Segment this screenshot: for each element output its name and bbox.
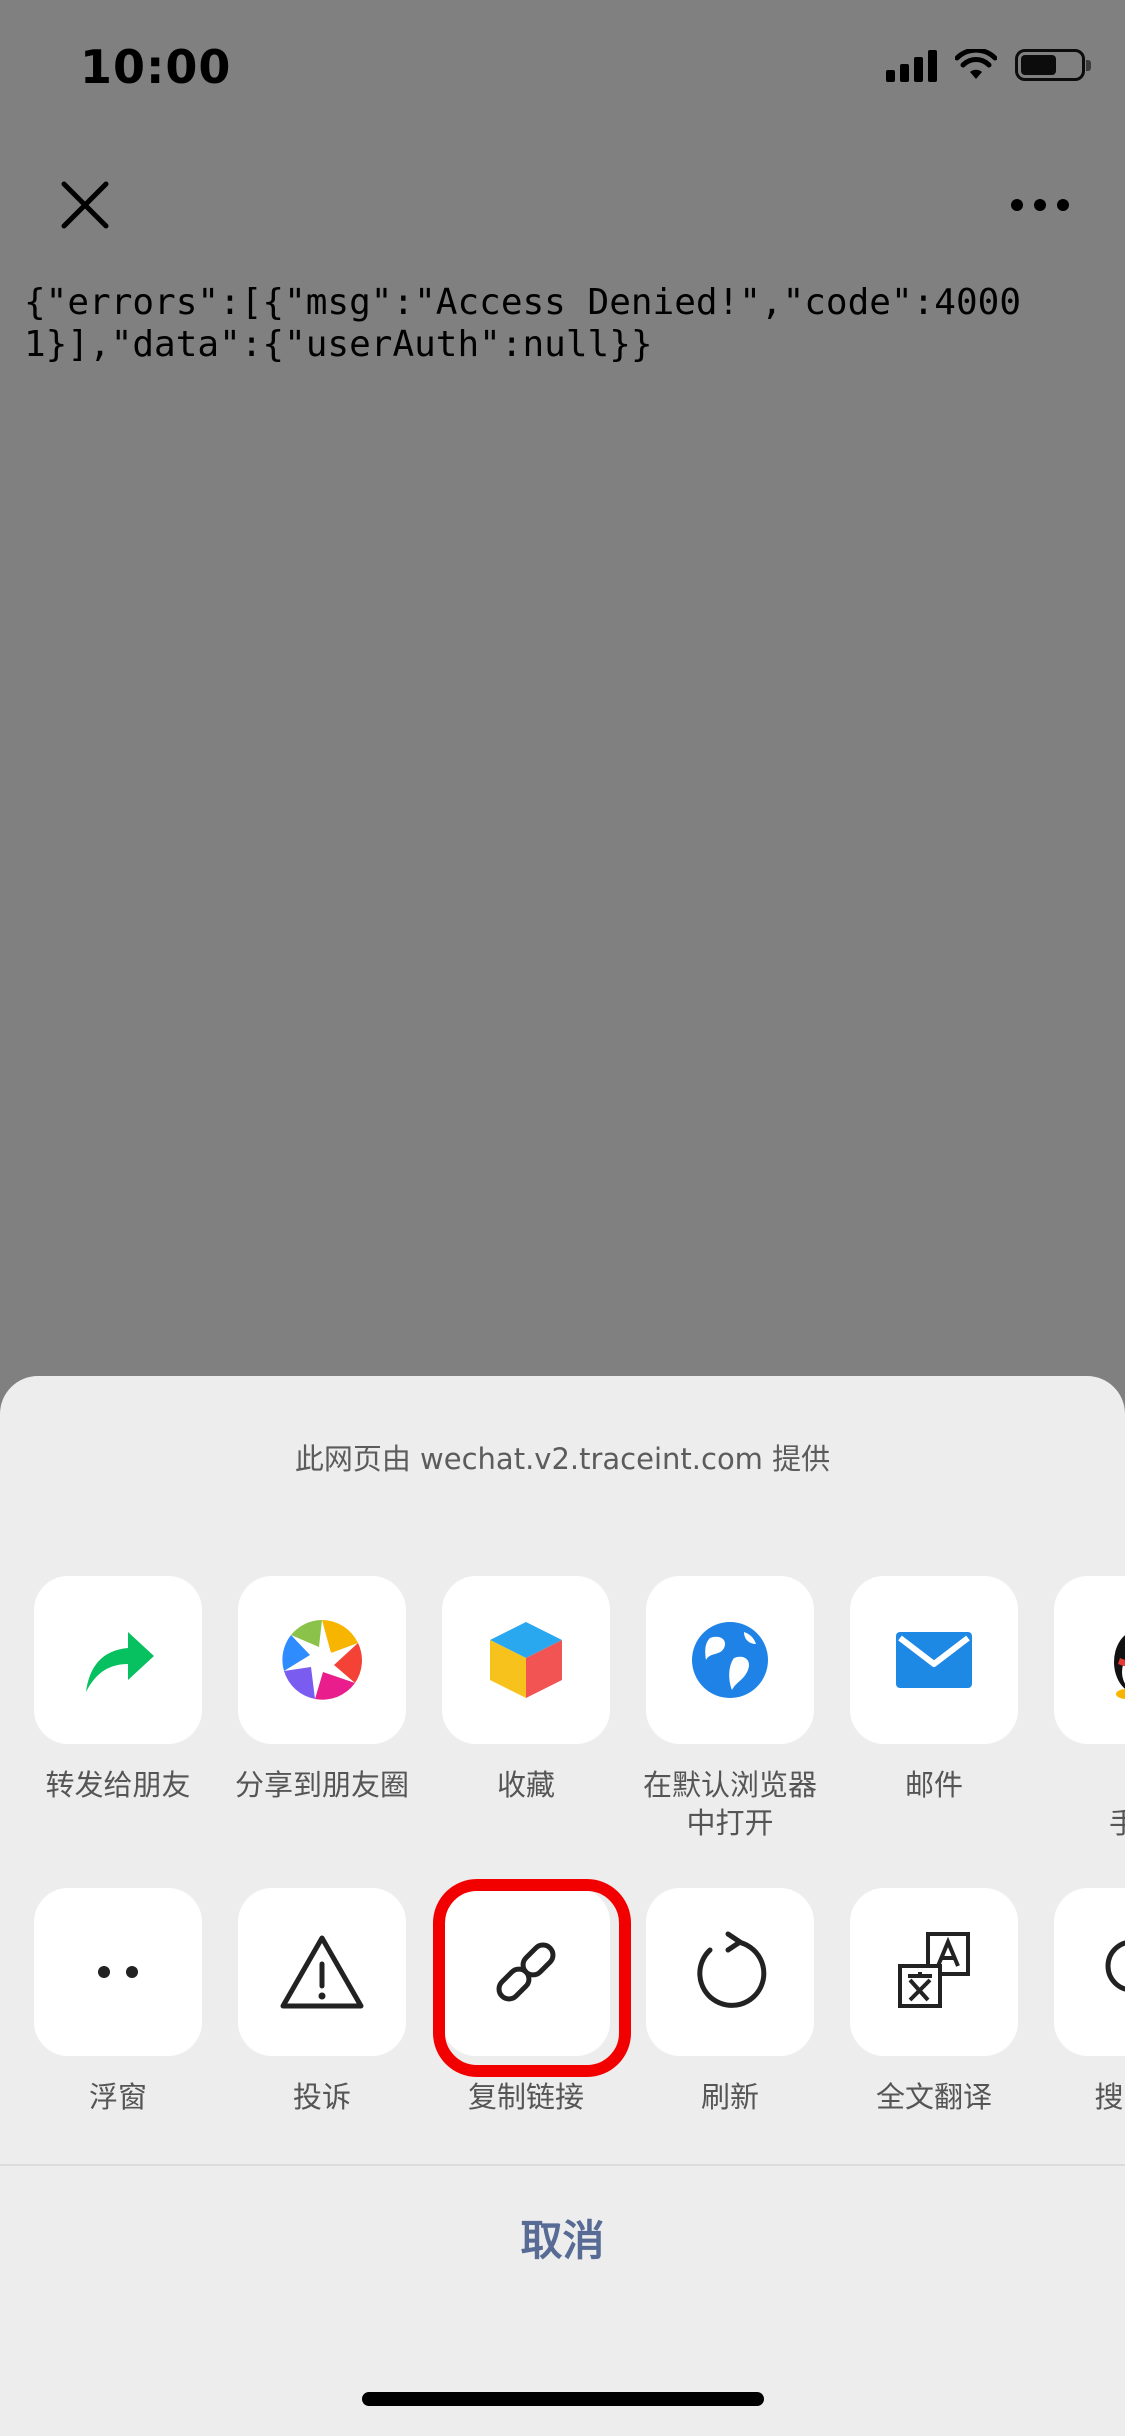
share-row-actions: 浮窗 投诉 复制链接 刷新 全文翻译 搜 bbox=[0, 1879, 1125, 2198]
browser-globe-icon bbox=[692, 1622, 768, 1698]
open-in-browser-item[interactable]: 在默认浏览器 中打开 bbox=[628, 1576, 832, 1842]
provider-text: 此网页由 wechat.v2.traceint.com 提供 bbox=[294, 1442, 831, 1476]
moments-label: 分享到朋友圈 bbox=[234, 1768, 409, 1802]
cellular-signal-icon bbox=[886, 48, 937, 82]
qq-label: 分 手机 bbox=[1108, 1768, 1125, 1840]
home-indicator bbox=[362, 2392, 764, 2406]
moments-icon bbox=[282, 1620, 362, 1700]
wifi-icon bbox=[955, 49, 997, 79]
favorite-label: 收藏 bbox=[496, 1768, 555, 1802]
qq-icon bbox=[1114, 1635, 1125, 1699]
share-to-moments-item[interactable]: 分享到朋友圈 bbox=[220, 1576, 424, 1804]
cancel-button[interactable]: 取消 bbox=[0, 2166, 1125, 2316]
response-json-text: {"errors":[{"msg":"Access Denied!","code… bbox=[24, 282, 1021, 365]
copy-link-label: 复制链接 bbox=[467, 2080, 584, 2114]
forward-label: 转发给朋友 bbox=[45, 1768, 191, 1802]
mail-label: 邮件 bbox=[904, 1768, 963, 1802]
status-time: 10:00 bbox=[80, 40, 232, 94]
nav-bar bbox=[0, 140, 1125, 260]
more-horizontal-icon bbox=[1011, 199, 1069, 211]
search-page-item[interactable]: 搜索页 bbox=[1036, 1888, 1125, 2116]
mail-icon bbox=[896, 1632, 972, 1688]
open-in-browser-label: 在默认浏览器 中打开 bbox=[642, 1768, 817, 1840]
translate-icon bbox=[898, 1932, 970, 2008]
share-to-qq-item[interactable]: 分 手机 bbox=[1036, 1576, 1125, 1842]
share-row-primary: 转发给朋友 分享到朋友圈 收藏 在默认浏览器 中打开 邮件 手 bbox=[0, 1576, 1125, 1886]
search-icon bbox=[1105, 1940, 1125, 1992]
refresh-label: 刷新 bbox=[700, 2080, 759, 2114]
favorite-item[interactable]: 收藏 bbox=[424, 1576, 628, 1804]
forward-icon bbox=[86, 1632, 154, 1692]
copy-link-item[interactable]: 复制链接 bbox=[424, 1879, 631, 2116]
close-button[interactable] bbox=[50, 170, 120, 240]
translate-item[interactable]: 全文翻译 bbox=[832, 1888, 1036, 2116]
float-window-label: 浮窗 bbox=[88, 2080, 147, 2114]
complain-label: 投诉 bbox=[292, 2080, 351, 2114]
float-window-icon bbox=[98, 1966, 138, 1978]
translate-label: 全文翻译 bbox=[875, 2080, 992, 2114]
mail-item[interactable]: 邮件 bbox=[832, 1576, 1036, 1804]
more-button[interactable] bbox=[1005, 185, 1075, 225]
status-bar: 10:00 bbox=[0, 0, 1125, 135]
share-sheet: 此网页由 wechat.v2.traceint.com 提供 转发给朋友 分享到… bbox=[0, 1376, 1125, 2436]
warning-icon bbox=[280, 1935, 364, 2009]
search-page-label: 搜索页 bbox=[1094, 2080, 1125, 2114]
battery-icon bbox=[1015, 49, 1091, 81]
complain-item[interactable]: 投诉 bbox=[220, 1888, 424, 2116]
forward-to-friend-item[interactable]: 转发给朋友 bbox=[16, 1576, 220, 1804]
status-icons bbox=[886, 48, 1091, 82]
favorite-cube-icon bbox=[490, 1622, 562, 1698]
close-icon bbox=[61, 181, 109, 229]
link-icon bbox=[496, 1942, 556, 2002]
refresh-icon bbox=[697, 1931, 767, 2008]
refresh-item[interactable]: 刷新 bbox=[628, 1888, 832, 2116]
float-window-item[interactable]: 浮窗 bbox=[16, 1888, 220, 2116]
